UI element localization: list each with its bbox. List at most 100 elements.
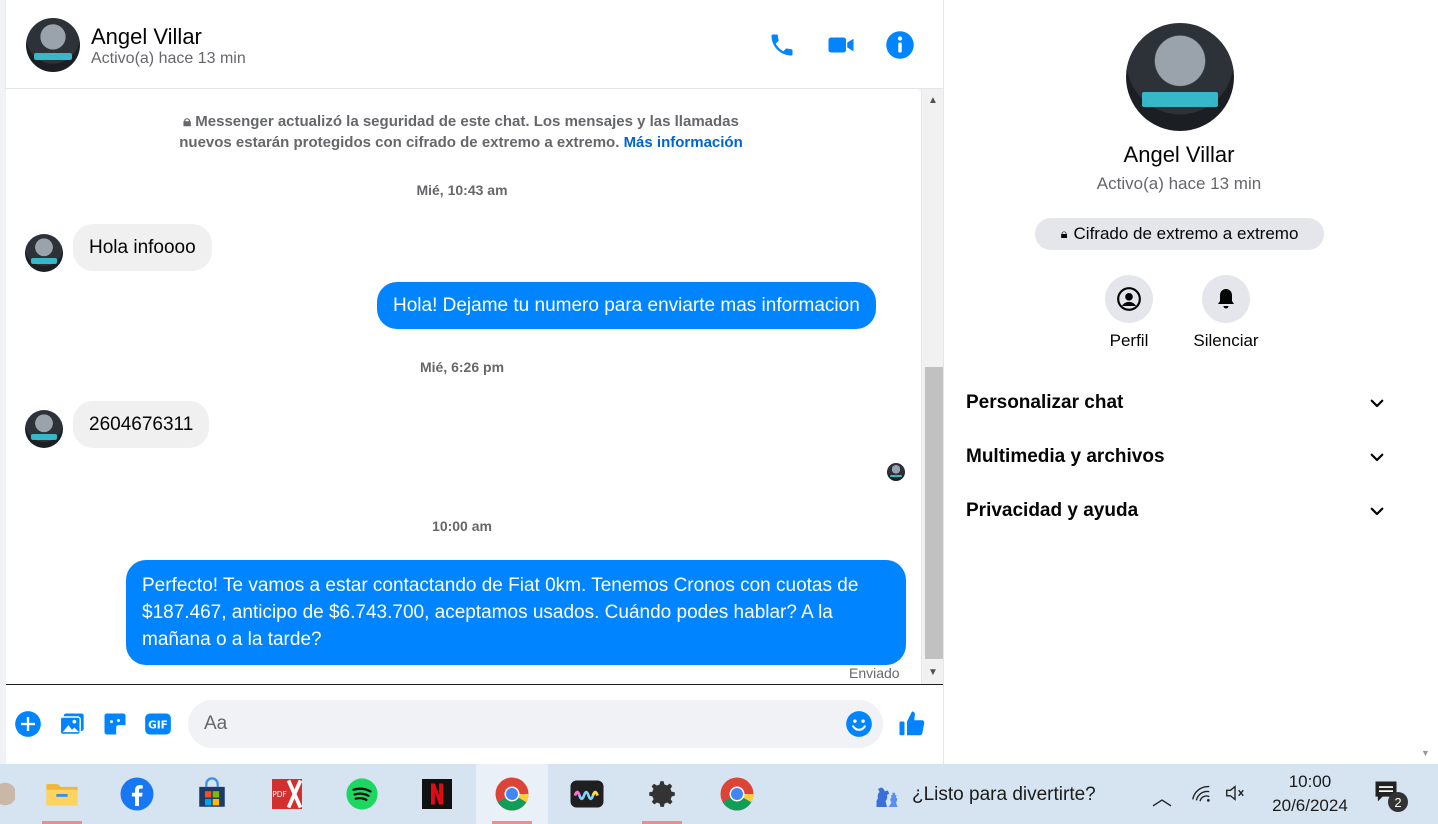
message-scrollbar[interactable]: ▲ ▼ [921,89,943,685]
read-receipt-avatar [887,463,905,481]
notification-center-button[interactable]: 2 [1372,778,1410,812]
section-label: Multimedia y archivos [966,446,1165,467]
contact-status: Activo(a) hace 13 min [91,50,246,67]
outgoing-message[interactable]: Perfecto! Te vamos a estar contactando d… [126,560,906,665]
lock-icon: 🔒︎ [183,113,192,130]
chrome-icon [495,777,529,811]
mute-action-button[interactable] [1202,275,1250,323]
search-widget-text: ¿Listo para divertirte? [912,784,1096,805]
clock-time: 10:00 [1288,772,1332,791]
profile-action[interactable]: Perfil [1079,275,1179,351]
notification-count-badge: 2 [1388,792,1408,812]
video-camera-icon [828,37,854,53]
incoming-message[interactable]: Hola infoooo [73,224,212,271]
taskbar-netflix[interactable] [401,764,473,824]
scrollbar-thumb[interactable] [925,367,943,659]
mute-action[interactable]: Silenciar [1176,275,1276,351]
contact-name[interactable]: Angel Villar [91,24,202,50]
timestamp: 10:00 am [432,518,492,534]
message-input-box[interactable] [188,700,883,748]
conversation-info-panel: Angel Villar Activo(a) hace 13 min 🔒︎ Ci… [943,0,1413,764]
profile-action-button[interactable] [1105,275,1153,323]
taskbar-pdf-editor[interactable]: PDF [251,764,323,824]
message-input[interactable] [204,700,824,748]
emoji-button[interactable] [845,710,873,738]
chevron-down-icon [1370,453,1384,462]
incoming-message[interactable]: 2604676311 [73,401,210,448]
attach-media-button[interactable] [57,709,87,739]
profile-action-label: Perfil [1109,331,1149,350]
taskbar-facebook[interactable] [101,764,173,824]
chat-panel: Angel Villar Activo(a) hace 13 min 🔒︎ Me… [6,0,945,764]
app-icon [0,782,15,806]
taskbar-file-explorer[interactable] [26,764,98,824]
taskbar-audio-app[interactable] [551,764,623,824]
sender-avatar[interactable] [25,234,63,272]
more-actions-button[interactable] [13,709,43,739]
speaker-mute-icon [1226,785,1244,801]
smiley-icon [846,711,872,737]
voice-call-button[interactable] [766,29,798,61]
customize-chat-section[interactable]: Personalizar chat [966,388,1386,418]
facebook-icon [120,777,154,811]
pdf-icon: PDF [272,779,303,809]
folder-icon [46,784,78,806]
image-gallery-icon [59,713,84,736]
taskbar-microsoft-store[interactable] [176,764,248,824]
info-icon [886,31,914,59]
volume-muted-icon[interactable] [1224,782,1246,810]
scroll-down-arrow-icon[interactable]: ▼ [1421,748,1430,758]
taskbar-spotify[interactable] [326,764,398,824]
lock-icon: 🔒︎ [1060,226,1068,241]
sender-avatar[interactable] [25,410,63,448]
media-files-section[interactable]: Multimedia y archivos [966,442,1386,472]
taskbar-search-widget[interactable]: ¿Listo para divertirte? [866,778,1096,812]
message-list[interactable]: 🔒︎ Messenger actualizó la seguridad de e… [6,89,918,685]
gif-icon: GIF [145,713,171,735]
video-call-button[interactable] [825,29,857,61]
section-label: Privacidad y ayuda [966,500,1139,521]
chrome-icon [720,777,754,811]
plus-circle-icon [15,711,41,737]
windows-taskbar: PDF ¿Listo para divertirte? ︿ 10:00 20/6… [0,764,1438,824]
bell-icon [1218,289,1234,309]
timestamp: Mié, 6:26 pm [419,359,505,375]
messenger-window: Angel Villar Activo(a) hace 13 min 🔒︎ Me… [0,0,1438,764]
store-icon [199,777,225,807]
privacy-support-section[interactable]: Privacidad y ayuda [966,496,1386,526]
chevron-down-icon [1370,399,1384,408]
profile-icon [1117,287,1141,311]
wifi-icon[interactable] [1190,782,1212,810]
taskbar-chrome-active[interactable] [476,764,548,824]
tray-overflow-chevron-icon[interactable]: ︿ [1152,782,1172,811]
chevron-down-icon [1370,507,1384,516]
gear-icon [649,781,675,807]
svg-text:GIF: GIF [148,720,168,732]
sticker-icon [104,713,126,735]
wifi-signal-icon [1192,785,1210,802]
taskbar-settings[interactable] [626,764,698,824]
taskbar-chrome-profile[interactable] [701,764,773,824]
profile-avatar[interactable] [1126,23,1234,131]
conversation-info-button[interactable] [884,29,916,61]
netflix-icon [422,779,452,809]
gif-button[interactable]: GIF [143,709,173,739]
sticker-button[interactable] [100,709,130,739]
scroll-up-arrow-icon[interactable]: ▲ [922,91,944,109]
chat-header: Angel Villar Activo(a) hace 13 min [6,0,943,89]
outgoing-message[interactable]: Hola! Dejame tu numero para enviarte mas… [377,282,876,329]
profile-status: Activo(a) hace 13 min [1096,174,1262,193]
scroll-down-arrow-icon[interactable]: ▼ [922,663,944,681]
send-like-button[interactable] [897,709,927,739]
e2e-encryption-badge[interactable]: 🔒︎ Cifrado de extremo a extremo [1035,218,1324,250]
system-clock[interactable]: 10:00 20/6/2024 [1255,770,1365,818]
spotify-icon [346,778,378,810]
security-notice: 🔒︎ Messenger actualizó la seguridad de e… [156,111,766,153]
chess-pieces-icon [876,787,898,807]
page-scrollbar[interactable]: ▼ [1413,0,1438,764]
svg-text:PDF: PDF [272,790,287,799]
more-info-link[interactable]: Más información [624,134,743,151]
contact-avatar[interactable] [26,18,80,72]
thumbs-up-icon [899,711,925,736]
clock-date: 20/6/2024 [1272,796,1348,815]
